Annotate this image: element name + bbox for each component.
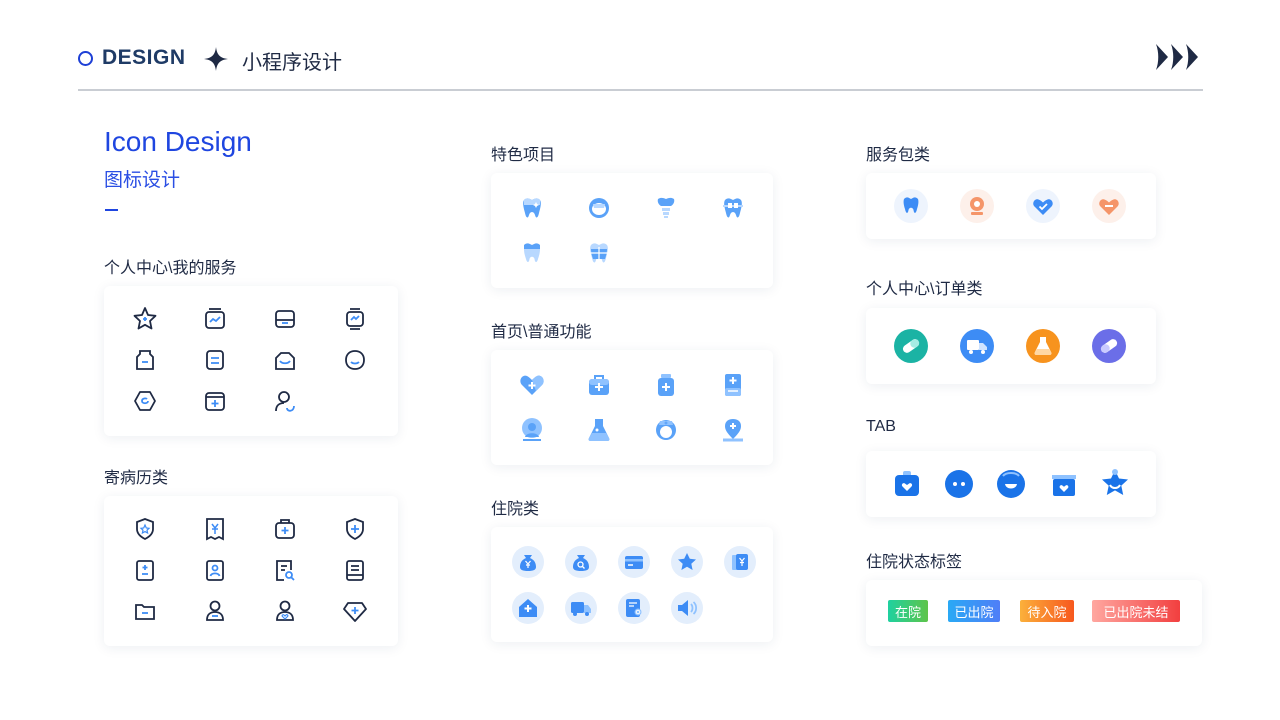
inbox-icon[interactable]	[268, 302, 302, 336]
tooth-grid-icon[interactable]	[582, 236, 616, 270]
card-medical-record	[104, 496, 398, 646]
chart-card-icon[interactable]	[198, 302, 232, 336]
pill-order-icon[interactable]	[894, 329, 928, 363]
card-personal-orders	[866, 308, 1156, 384]
shield-plus-icon[interactable]	[338, 512, 372, 546]
tab-store-icon[interactable]	[1047, 467, 1081, 501]
speaker-icon[interactable]	[670, 591, 704, 625]
header-divider	[78, 89, 1203, 91]
section-title-personal-orders: 个人中心\订单类	[866, 281, 983, 298]
tab-smile-icon[interactable]	[994, 467, 1028, 501]
bag-search-icon[interactable]	[564, 545, 598, 579]
tooth-crown-icon[interactable]	[515, 236, 549, 270]
hospital-home-icon[interactable]	[511, 591, 545, 625]
section-title-medical-record: 寄病历类	[104, 470, 169, 487]
card-hospitalization	[491, 527, 773, 642]
section-title-personal-service: 个人中心\我的服务	[104, 260, 237, 277]
medical-kit-icon[interactable]	[268, 512, 302, 546]
circle-icon	[78, 51, 93, 66]
medical-report-icon[interactable]	[716, 368, 750, 402]
card-home-functions	[491, 350, 773, 465]
star-badge-icon[interactable]	[670, 545, 704, 579]
dental-implant-icon[interactable]	[649, 191, 683, 225]
medicine-bottle-icon[interactable]	[649, 368, 683, 402]
card-personal-service	[104, 286, 398, 436]
tag-in-hospital: 在院	[888, 600, 928, 622]
card-service-package	[866, 173, 1156, 239]
location-plus-icon[interactable]	[716, 413, 750, 447]
folder-icon[interactable]	[128, 594, 162, 628]
section-title-service-package: 服务包类	[866, 147, 931, 164]
camera-package-icon[interactable]	[960, 189, 994, 223]
smile-refresh-icon[interactable]	[338, 343, 372, 377]
tag-discharged-unsettled: 已出院未结	[1092, 600, 1180, 622]
shield-star-icon[interactable]	[128, 512, 162, 546]
nurse-icon[interactable]	[649, 413, 683, 447]
watch-icon[interactable]	[338, 302, 372, 336]
heart-check-icon[interactable]	[1026, 189, 1060, 223]
receipt-yen-icon[interactable]	[198, 512, 232, 546]
tab-star-icon[interactable]	[1098, 467, 1132, 501]
section-title-home-functions: 首页\普通功能	[491, 324, 592, 341]
intro-subtitle: 图标设计	[104, 170, 181, 191]
bag-icon[interactable]	[268, 343, 302, 377]
delivery-truck-icon[interactable]	[960, 329, 994, 363]
ambulance-icon[interactable]	[564, 591, 598, 625]
section-title-tab: TAB	[866, 418, 896, 435]
tab-chat-icon[interactable]	[942, 467, 976, 501]
section-title-status-tags: 住院状态标签	[866, 554, 963, 571]
flask-icon[interactable]	[582, 413, 616, 447]
bank-card-icon[interactable]	[617, 545, 651, 579]
document-lines-icon[interactable]	[198, 343, 232, 377]
document-search-icon[interactable]	[268, 553, 302, 587]
jar-icon[interactable]	[128, 343, 162, 377]
bill-yen-icon[interactable]	[723, 545, 757, 579]
tooth-package-icon[interactable]	[894, 189, 928, 223]
user-icon[interactable]	[198, 594, 232, 628]
add-card-icon[interactable]	[198, 384, 232, 418]
lab-flask-icon[interactable]	[1026, 329, 1060, 363]
sparkle-icon	[204, 47, 228, 71]
clipboard-plus-minus-icon[interactable]	[128, 553, 162, 587]
section-title-featured: 特色项目	[491, 147, 556, 164]
design-label: DESIGN	[102, 46, 186, 69]
section-title-hospitalization: 住院类	[491, 501, 540, 518]
money-bag-icon[interactable]	[511, 545, 545, 579]
page-subtitle: 小程序设计	[242, 52, 342, 74]
intro-title: Icon Design	[104, 126, 252, 157]
card-tab	[866, 451, 1156, 517]
record-search-icon[interactable]	[617, 591, 651, 625]
heart-minus-icon[interactable]	[1092, 189, 1126, 223]
brand-logo-icon	[1156, 44, 1198, 70]
badge-plus-icon[interactable]	[338, 594, 372, 628]
id-card-icon[interactable]	[198, 553, 232, 587]
intro-dash	[105, 209, 118, 211]
card-featured	[491, 173, 773, 288]
tab-home-icon[interactable]	[890, 467, 924, 501]
tag-discharged: 已出院	[948, 600, 1000, 622]
location-doctor-icon[interactable]	[515, 413, 549, 447]
braces-tooth-icon[interactable]	[716, 191, 750, 225]
capsule-order-icon[interactable]	[1092, 329, 1126, 363]
mouth-teeth-icon[interactable]	[582, 191, 616, 225]
user-search-icon[interactable]	[268, 384, 302, 418]
card-status-tags: 在院 已出院 待入院 已出院未结	[866, 580, 1202, 646]
user-heart-icon[interactable]	[268, 594, 302, 628]
hexagon-icon[interactable]	[128, 384, 162, 418]
tooth-sparkle-icon[interactable]	[515, 191, 549, 225]
header: DESIGN 小程序设计	[78, 40, 1203, 90]
star-icon[interactable]	[128, 302, 162, 336]
book-icon[interactable]	[338, 553, 372, 587]
heart-plus-icon[interactable]	[515, 368, 549, 402]
first-aid-bag-icon[interactable]	[582, 368, 616, 402]
tag-to-admit: 待入院	[1020, 600, 1074, 622]
